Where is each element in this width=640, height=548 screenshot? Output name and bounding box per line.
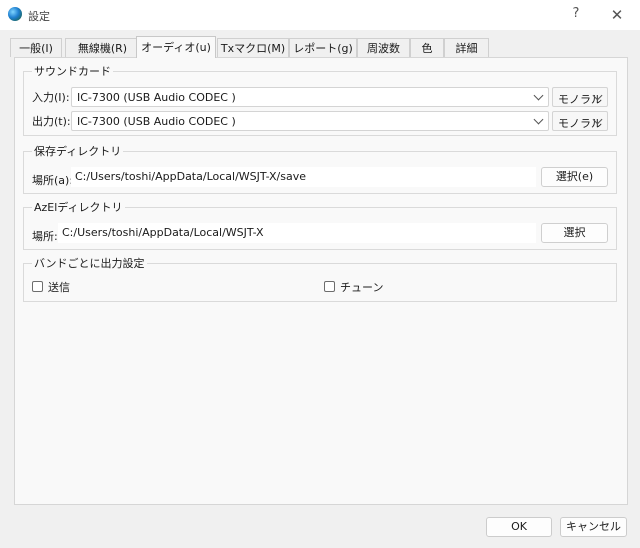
band-output-group: バンドごとに出力設定 送信 チューン: [23, 255, 617, 302]
tab-reporting[interactable]: レポート(g): [289, 38, 357, 57]
title-bar: 設定 ? ✕: [0, 0, 640, 30]
input-channel-select[interactable]: モノラル: [552, 87, 608, 107]
azel-select-button[interactable]: 選択: [541, 223, 608, 243]
save-directory-group: 保存ディレクトリ 場所(a): C:/Users/toshi/AppData/L…: [23, 143, 617, 194]
transmit-checkbox[interactable]: [32, 281, 43, 292]
tab-general[interactable]: 一般(I): [10, 38, 62, 57]
azel-directory-group-title: AzElディレクトリ: [32, 199, 125, 215]
tune-label: チューン: [340, 281, 384, 294]
save-select-button[interactable]: 選択(e): [541, 167, 608, 187]
tab-audio[interactable]: オーディオ(u): [136, 36, 216, 58]
tab-advanced[interactable]: 詳細: [444, 38, 489, 57]
soundcard-group-title: サウンドカード: [32, 63, 113, 79]
input-device-value: IC-7300 (USB Audio CODEC ): [77, 91, 236, 104]
output-device-select[interactable]: IC-7300 (USB Audio CODEC ): [71, 111, 549, 131]
azel-path-field[interactable]: C:/Users/toshi/AppData/Local/WSJT-X: [58, 223, 536, 243]
app-logo-icon: [8, 7, 22, 21]
input-label: 入力(I):: [32, 91, 70, 104]
output-device-value: IC-7300 (USB Audio CODEC ): [77, 115, 236, 128]
audio-settings-panel: サウンドカード 入力(I): IC-7300 (USB Audio CODEC …: [14, 57, 628, 505]
band-output-group-title: バンドごとに出力設定: [32, 255, 147, 271]
soundcard-group: サウンドカード 入力(I): IC-7300 (USB Audio CODEC …: [23, 63, 617, 136]
tab-colors[interactable]: 色: [410, 38, 444, 57]
azel-location-label: 場所:: [32, 230, 58, 243]
close-button[interactable]: ✕: [606, 4, 628, 26]
save-location-label: 場所(a):: [32, 174, 74, 187]
output-label: 出力(t):: [32, 115, 71, 128]
input-device-select[interactable]: IC-7300 (USB Audio CODEC ): [71, 87, 549, 107]
save-path-field[interactable]: C:/Users/toshi/AppData/Local/WSJT-X/save: [71, 167, 536, 187]
azel-directory-group: AzElディレクトリ 場所: C:/Users/toshi/AppData/Lo…: [23, 199, 617, 250]
output-channel-select[interactable]: モノラル: [552, 111, 608, 131]
cancel-button[interactable]: キャンセル: [560, 517, 627, 537]
ok-button[interactable]: OK: [486, 517, 552, 537]
tab-tx-macros[interactable]: Txマクロ(M): [217, 38, 289, 57]
chevron-down-icon: [533, 114, 544, 125]
transmit-label: 送信: [48, 281, 70, 294]
azel-path-value: C:/Users/toshi/AppData/Local/WSJT-X: [62, 226, 264, 239]
tab-frequencies[interactable]: 周波数: [357, 38, 410, 57]
tab-radio[interactable]: 無線機(R): [65, 38, 140, 57]
help-button[interactable]: ?: [566, 6, 586, 24]
save-directory-group-title: 保存ディレクトリ: [32, 143, 124, 159]
tune-checkbox[interactable]: [324, 281, 335, 292]
save-path-value: C:/Users/toshi/AppData/Local/WSJT-X/save: [75, 170, 307, 183]
chevron-down-icon: [533, 90, 544, 101]
window-title: 設定: [28, 10, 50, 23]
